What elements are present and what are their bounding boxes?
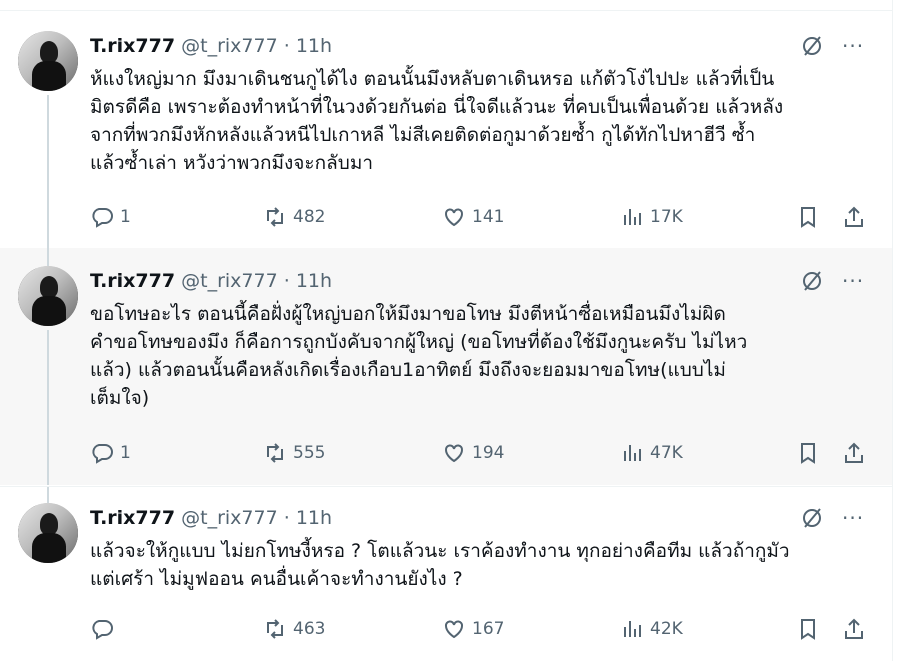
views-count: 47K bbox=[650, 443, 683, 463]
thread-line bbox=[47, 95, 49, 248]
reply-icon bbox=[92, 620, 113, 640]
reply-button[interactable] bbox=[90, 614, 120, 644]
like-button[interactable]: 194 bbox=[442, 438, 504, 468]
tweet-1[interactable]: T.rix777 @t_rix777 · 11h ··· ห้แงใหญ่มาก… bbox=[0, 11, 892, 248]
tweet-text: ห้แงใหญ่มาก มึงมาเดินชนกูได้ไง ตอนนั้นมึ… bbox=[90, 68, 784, 174]
avatar[interactable] bbox=[18, 31, 78, 91]
repost-count: 463 bbox=[293, 619, 326, 639]
like-button[interactable]: 141 bbox=[442, 202, 504, 232]
user-handle[interactable]: @t_rix777 bbox=[181, 270, 278, 292]
action-bar: 1 555 194 47K bbox=[90, 438, 870, 468]
heart-icon bbox=[445, 620, 463, 639]
bookmark-icon bbox=[801, 207, 815, 228]
views-icon bbox=[624, 445, 641, 461]
tweet-2[interactable]: T.rix777 @t_rix777 · 11h ··· ขอโทษอะไร ต… bbox=[0, 248, 892, 485]
repost-icon bbox=[267, 619, 283, 639]
bookmark-button[interactable] bbox=[796, 438, 820, 468]
display-name[interactable]: T.rix777 bbox=[90, 270, 175, 292]
display-name[interactable]: T.rix777 bbox=[90, 507, 175, 529]
repost-button[interactable]: 463 bbox=[263, 614, 325, 644]
more-icon[interactable]: ··· bbox=[842, 506, 864, 530]
like-count: 167 bbox=[472, 619, 505, 639]
repost-count: 555 bbox=[293, 443, 326, 463]
repost-button[interactable]: 482 bbox=[263, 202, 325, 232]
thread-line bbox=[47, 487, 49, 503]
tweet-text: แล้วจะให้กูแบบ ไม่ยกโทษงี้หรอ ? โตแล้วนะ… bbox=[90, 540, 790, 590]
views-icon bbox=[624, 209, 641, 225]
timestamp[interactable]: · 11h bbox=[284, 507, 332, 529]
more-icon[interactable]: ··· bbox=[842, 34, 864, 58]
views-button[interactable]: 42K bbox=[620, 614, 683, 644]
right-border bbox=[892, 0, 893, 661]
reply-count: 1 bbox=[120, 443, 131, 463]
action-bar: 463 167 42K bbox=[90, 614, 870, 644]
share-button[interactable] bbox=[842, 614, 866, 644]
reply-button[interactable]: 1 bbox=[90, 202, 131, 232]
like-count: 194 bbox=[472, 443, 505, 463]
action-bar: 1 482 141 17K bbox=[90, 202, 870, 232]
views-icon bbox=[624, 621, 641, 637]
bookmark-icon bbox=[801, 619, 815, 640]
like-button[interactable]: 167 bbox=[442, 614, 504, 644]
user-handle[interactable]: @t_rix777 bbox=[181, 35, 278, 57]
avatar[interactable] bbox=[18, 503, 78, 563]
views-button[interactable]: 17K bbox=[620, 202, 683, 232]
repost-button[interactable]: 555 bbox=[263, 438, 325, 468]
views-count: 17K bbox=[650, 207, 683, 227]
share-icon bbox=[845, 618, 863, 639]
timestamp[interactable]: · 11h bbox=[284, 35, 332, 57]
tweet-text: ขอโทษอะไร ตอนนี้คือฝั่งผู้ใหญ่บอกให้มึงม… bbox=[90, 303, 748, 409]
share-icon bbox=[845, 442, 863, 463]
thread-line bbox=[47, 248, 49, 266]
reply-icon bbox=[92, 444, 113, 464]
share-icon bbox=[845, 206, 863, 227]
repost-icon bbox=[267, 443, 283, 463]
reply-icon bbox=[92, 208, 113, 228]
grok-icon[interactable] bbox=[800, 269, 824, 293]
user-handle[interactable]: @t_rix777 bbox=[181, 507, 278, 529]
share-button[interactable] bbox=[842, 202, 866, 232]
more-icon[interactable]: ··· bbox=[842, 269, 864, 293]
reply-count: 1 bbox=[120, 207, 131, 227]
reply-button[interactable]: 1 bbox=[90, 438, 131, 468]
thread-line bbox=[47, 330, 49, 485]
timestamp[interactable]: · 11h bbox=[284, 270, 332, 292]
heart-icon bbox=[445, 444, 463, 463]
display-name[interactable]: T.rix777 bbox=[90, 35, 175, 57]
views-button[interactable]: 47K bbox=[620, 438, 683, 468]
bookmark-button[interactable] bbox=[796, 202, 820, 232]
grok-icon[interactable] bbox=[800, 34, 824, 58]
avatar[interactable] bbox=[18, 266, 78, 326]
grok-icon[interactable] bbox=[800, 506, 824, 530]
repost-count: 482 bbox=[293, 207, 326, 227]
like-count: 141 bbox=[472, 207, 505, 227]
share-button[interactable] bbox=[842, 438, 866, 468]
bookmark-button[interactable] bbox=[796, 614, 820, 644]
heart-icon bbox=[445, 208, 463, 227]
tweet-header: T.rix777 @t_rix777 · 11h bbox=[90, 269, 332, 293]
tweet-header: T.rix777 @t_rix777 · 11h bbox=[90, 34, 332, 58]
views-count: 42K bbox=[650, 619, 683, 639]
repost-icon bbox=[267, 207, 283, 227]
bookmark-icon bbox=[801, 443, 815, 464]
tweet-3[interactable]: T.rix777 @t_rix777 · 11h ··· แล้วจะให้กู… bbox=[0, 486, 892, 661]
tweet-header: T.rix777 @t_rix777 · 11h bbox=[90, 506, 332, 530]
